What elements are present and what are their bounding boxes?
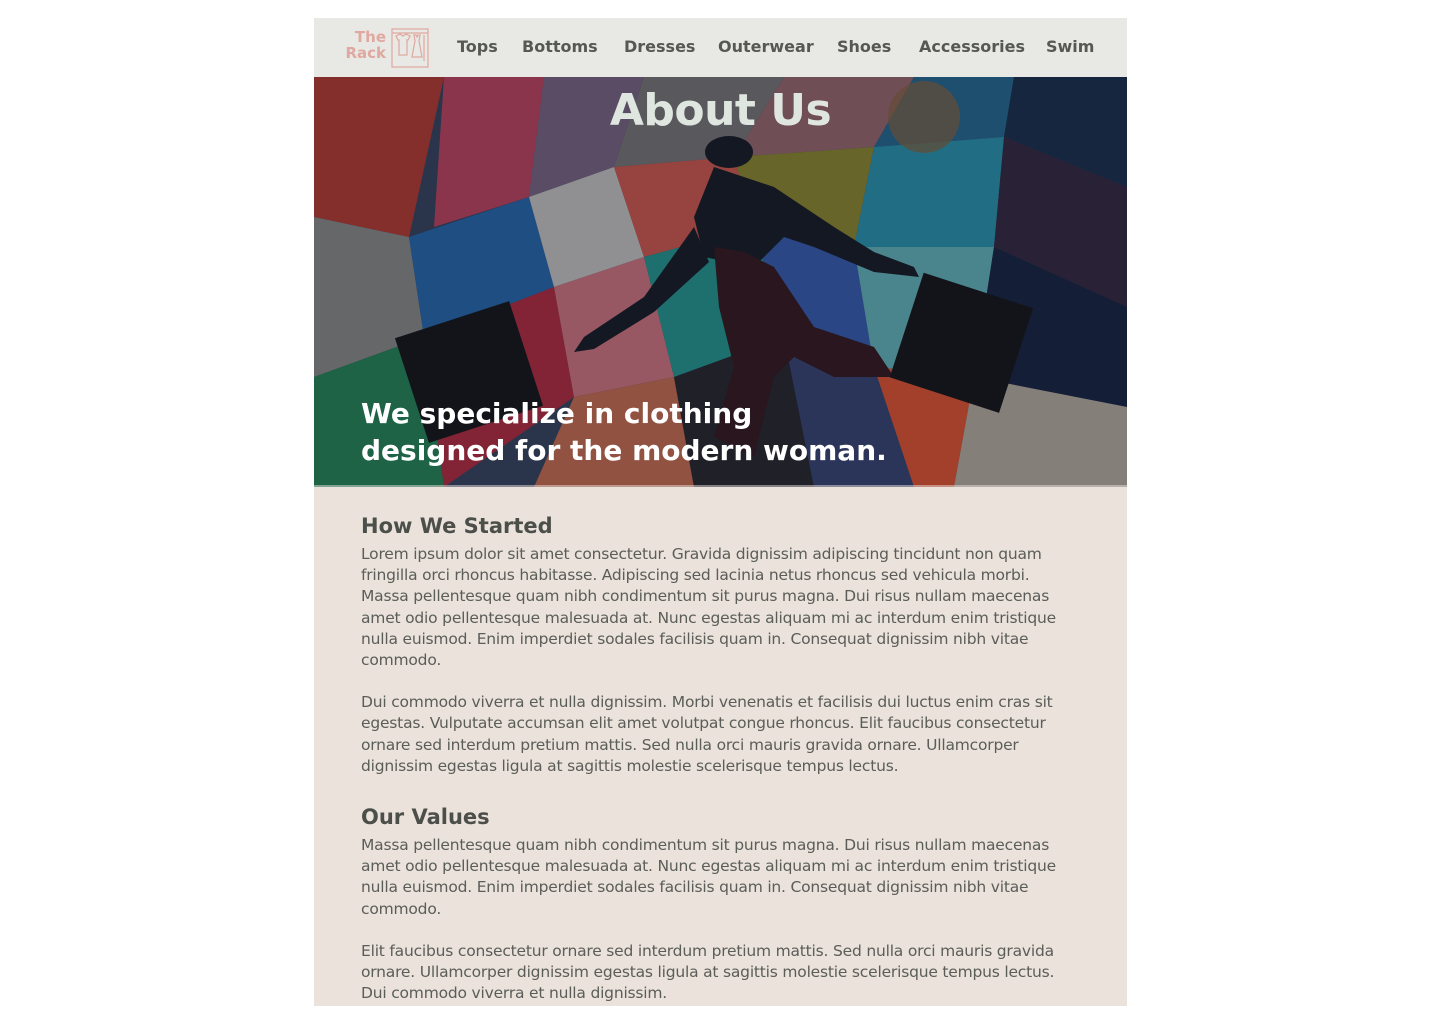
paragraph: Lorem ipsum dolor sit amet consectetur. … [361, 545, 1056, 670]
about-content: How We Started Lorem ipsum dolor sit ame… [361, 512, 1081, 1025]
nav-item-tops[interactable]: Tops [457, 37, 498, 56]
section-heading-how-we-started: How We Started [361, 514, 553, 538]
top-nav: The Rack Tops Bottoms Dresses Outerwear [314, 18, 1127, 77]
paragraph: Elit faucibus consectetur ornare sed int… [361, 941, 1055, 1003]
nav-links: Tops Bottoms Dresses Outerwear Shoes Acc… [314, 18, 1127, 77]
page-title-text: About Us [609, 85, 832, 136]
paragraph: Dui commodo viverra et nulla dignissim. … [361, 693, 1053, 775]
nav-item-swim[interactable]: Swim [1046, 37, 1094, 56]
page-frame: The Rack Tops Bottoms Dresses Outerwear [314, 18, 1127, 1006]
nav-item-bottoms[interactable]: Bottoms [522, 37, 598, 56]
nav-item-outerwear[interactable]: Outerwear [718, 37, 814, 56]
nav-item-accessories[interactable]: Accessories [919, 37, 1025, 56]
section-heading-our-values: Our Values [361, 805, 490, 830]
nav-item-dresses[interactable]: Dresses [624, 37, 695, 56]
page-title: About Us [314, 85, 1127, 136]
nav-item-shoes[interactable]: Shoes [837, 37, 891, 56]
paragraph: Massa pellentesque quam nibh condimentum… [361, 836, 1056, 918]
hero-tagline: We specialize in clothing designed for t… [361, 397, 887, 467]
hero-banner: About Us We specialize in clothing desig… [314, 77, 1127, 487]
